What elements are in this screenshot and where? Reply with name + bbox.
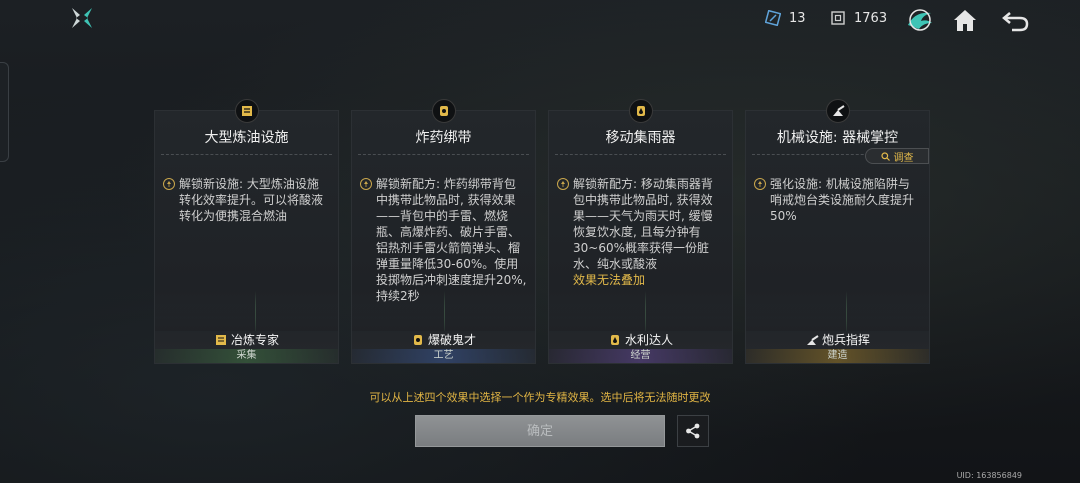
card-title: 机械设施: 器械掌控	[776, 130, 899, 146]
category-tag: 采集	[155, 349, 338, 363]
note-text: 效果无法叠加	[573, 273, 646, 287]
skill-name: 爆破鬼才	[427, 333, 476, 347]
card-rain-collector[interactable]: 移动集雨器 解锁新配方: 移动集雨器背包中携带此物品时, 获得效果——天气为雨天…	[548, 99, 733, 364]
ticket-icon	[765, 10, 781, 26]
category-tag: 经营	[549, 349, 732, 363]
share-icon	[686, 423, 700, 439]
rain-collector-icon	[628, 99, 653, 123]
home-icon[interactable]	[950, 5, 980, 35]
card-description: 解锁新设施: 大型炼油设施转化效率提升。可以将酸液转化为便携混合燃油	[163, 176, 330, 224]
category-tag: 工艺	[352, 349, 535, 363]
description-text: 解锁新设施: 大型炼油设施转化效率提升。可以将酸液转化为便携混合燃油	[179, 177, 324, 223]
skill-name: 冶炼专家	[230, 333, 279, 347]
share-button[interactable]	[677, 415, 709, 447]
card-refinery[interactable]: 大型炼油设施 解锁新设施: 大型炼油设施转化效率提升。可以将酸液转化为便携混合燃…	[154, 99, 339, 364]
fade-overlay	[155, 301, 338, 331]
skill-label: 爆破鬼才	[352, 331, 535, 348]
logo-icon[interactable]	[70, 6, 94, 30]
description-text: 强化设施: 机械设施陷阱与哨戒炮台类设施耐久度提升50%	[770, 177, 915, 223]
card-mechanical-control[interactable]: 机械设施: 器械掌控 调查 强化设施: 机械设施陷阱与哨戒炮台类设施耐久度提升5…	[745, 99, 930, 364]
refinery-icon	[234, 99, 259, 123]
fade-overlay	[352, 301, 535, 331]
card-title: 炸药绑带	[415, 130, 472, 146]
smelter-icon	[215, 334, 226, 345]
skill-label: 炮兵指挥	[746, 331, 929, 348]
card-title: 移动集雨器	[605, 130, 676, 146]
divider	[161, 154, 332, 155]
water-icon	[610, 334, 619, 345]
selection-hint: 可以从上述四个效果中选择一个作为专精效果。选中后将无法随时更改	[369, 391, 711, 404]
skill-label: 冶炼专家	[155, 331, 338, 348]
category-tag: 建造	[746, 349, 929, 363]
skill-label: 水利达人	[549, 331, 732, 348]
investigate-label: 调查	[893, 152, 914, 164]
specialization-cards: 大型炼油设施 解锁新设施: 大型炼油设施转化效率提升。可以将酸液转化为便携混合燃…	[154, 98, 930, 364]
coin-counter: 1763	[830, 10, 887, 26]
divider	[358, 154, 529, 155]
description-text: 解锁新配方: 移动集雨器背包中携带此物品时, 获得效果——天气为雨天时, 缓慢恢…	[573, 177, 713, 271]
uid-label: UID: 163856849	[956, 471, 1022, 480]
back-icon[interactable]	[1000, 5, 1030, 35]
card-title: 大型炼油设施	[204, 130, 289, 146]
unlock-icon	[163, 178, 175, 190]
explosive-icon	[431, 99, 456, 123]
bomb-icon	[413, 334, 422, 345]
ticket-count: 13	[789, 10, 806, 26]
card-explosive-belt[interactable]: 炸药绑带 解锁新配方: 炸药绑带背包中携带此物品时, 获得效果——背包中的手雷、…	[351, 99, 536, 364]
bird-icon[interactable]	[905, 5, 935, 35]
description-text: 解锁新配方: 炸药绑带背包中携带此物品时, 获得效果——背包中的手雷、燃烧瓶、高…	[376, 177, 527, 303]
coin-icon	[831, 11, 845, 25]
investigate-button[interactable]: 调查	[865, 148, 929, 164]
top-bar: 13 1763	[0, 0, 1080, 40]
skill-name: 水利达人	[624, 333, 673, 347]
skill-name: 炮兵指挥	[821, 333, 870, 347]
unlock-icon	[360, 178, 372, 190]
card-description: 解锁新配方: 移动集雨器背包中携带此物品时, 获得效果——天气为雨天时, 缓慢恢…	[557, 176, 724, 288]
side-drawer-handle[interactable]	[0, 62, 9, 162]
cannon-icon	[806, 334, 819, 345]
coin-count: 1763	[854, 10, 888, 26]
fade-overlay	[549, 301, 732, 331]
fade-overlay	[746, 301, 929, 331]
divider	[555, 154, 726, 155]
turret-icon	[825, 99, 850, 123]
confirm-button[interactable]: 确定	[415, 415, 665, 447]
upgrade-icon	[754, 178, 766, 190]
unlock-icon	[557, 178, 569, 190]
search-icon	[880, 151, 890, 161]
ticket-counter: 13	[765, 10, 806, 26]
card-description: 强化设施: 机械设施陷阱与哨戒炮台类设施耐久度提升50%	[754, 176, 921, 224]
card-description: 解锁新配方: 炸药绑带背包中携带此物品时, 获得效果——背包中的手雷、燃烧瓶、高…	[360, 176, 527, 304]
